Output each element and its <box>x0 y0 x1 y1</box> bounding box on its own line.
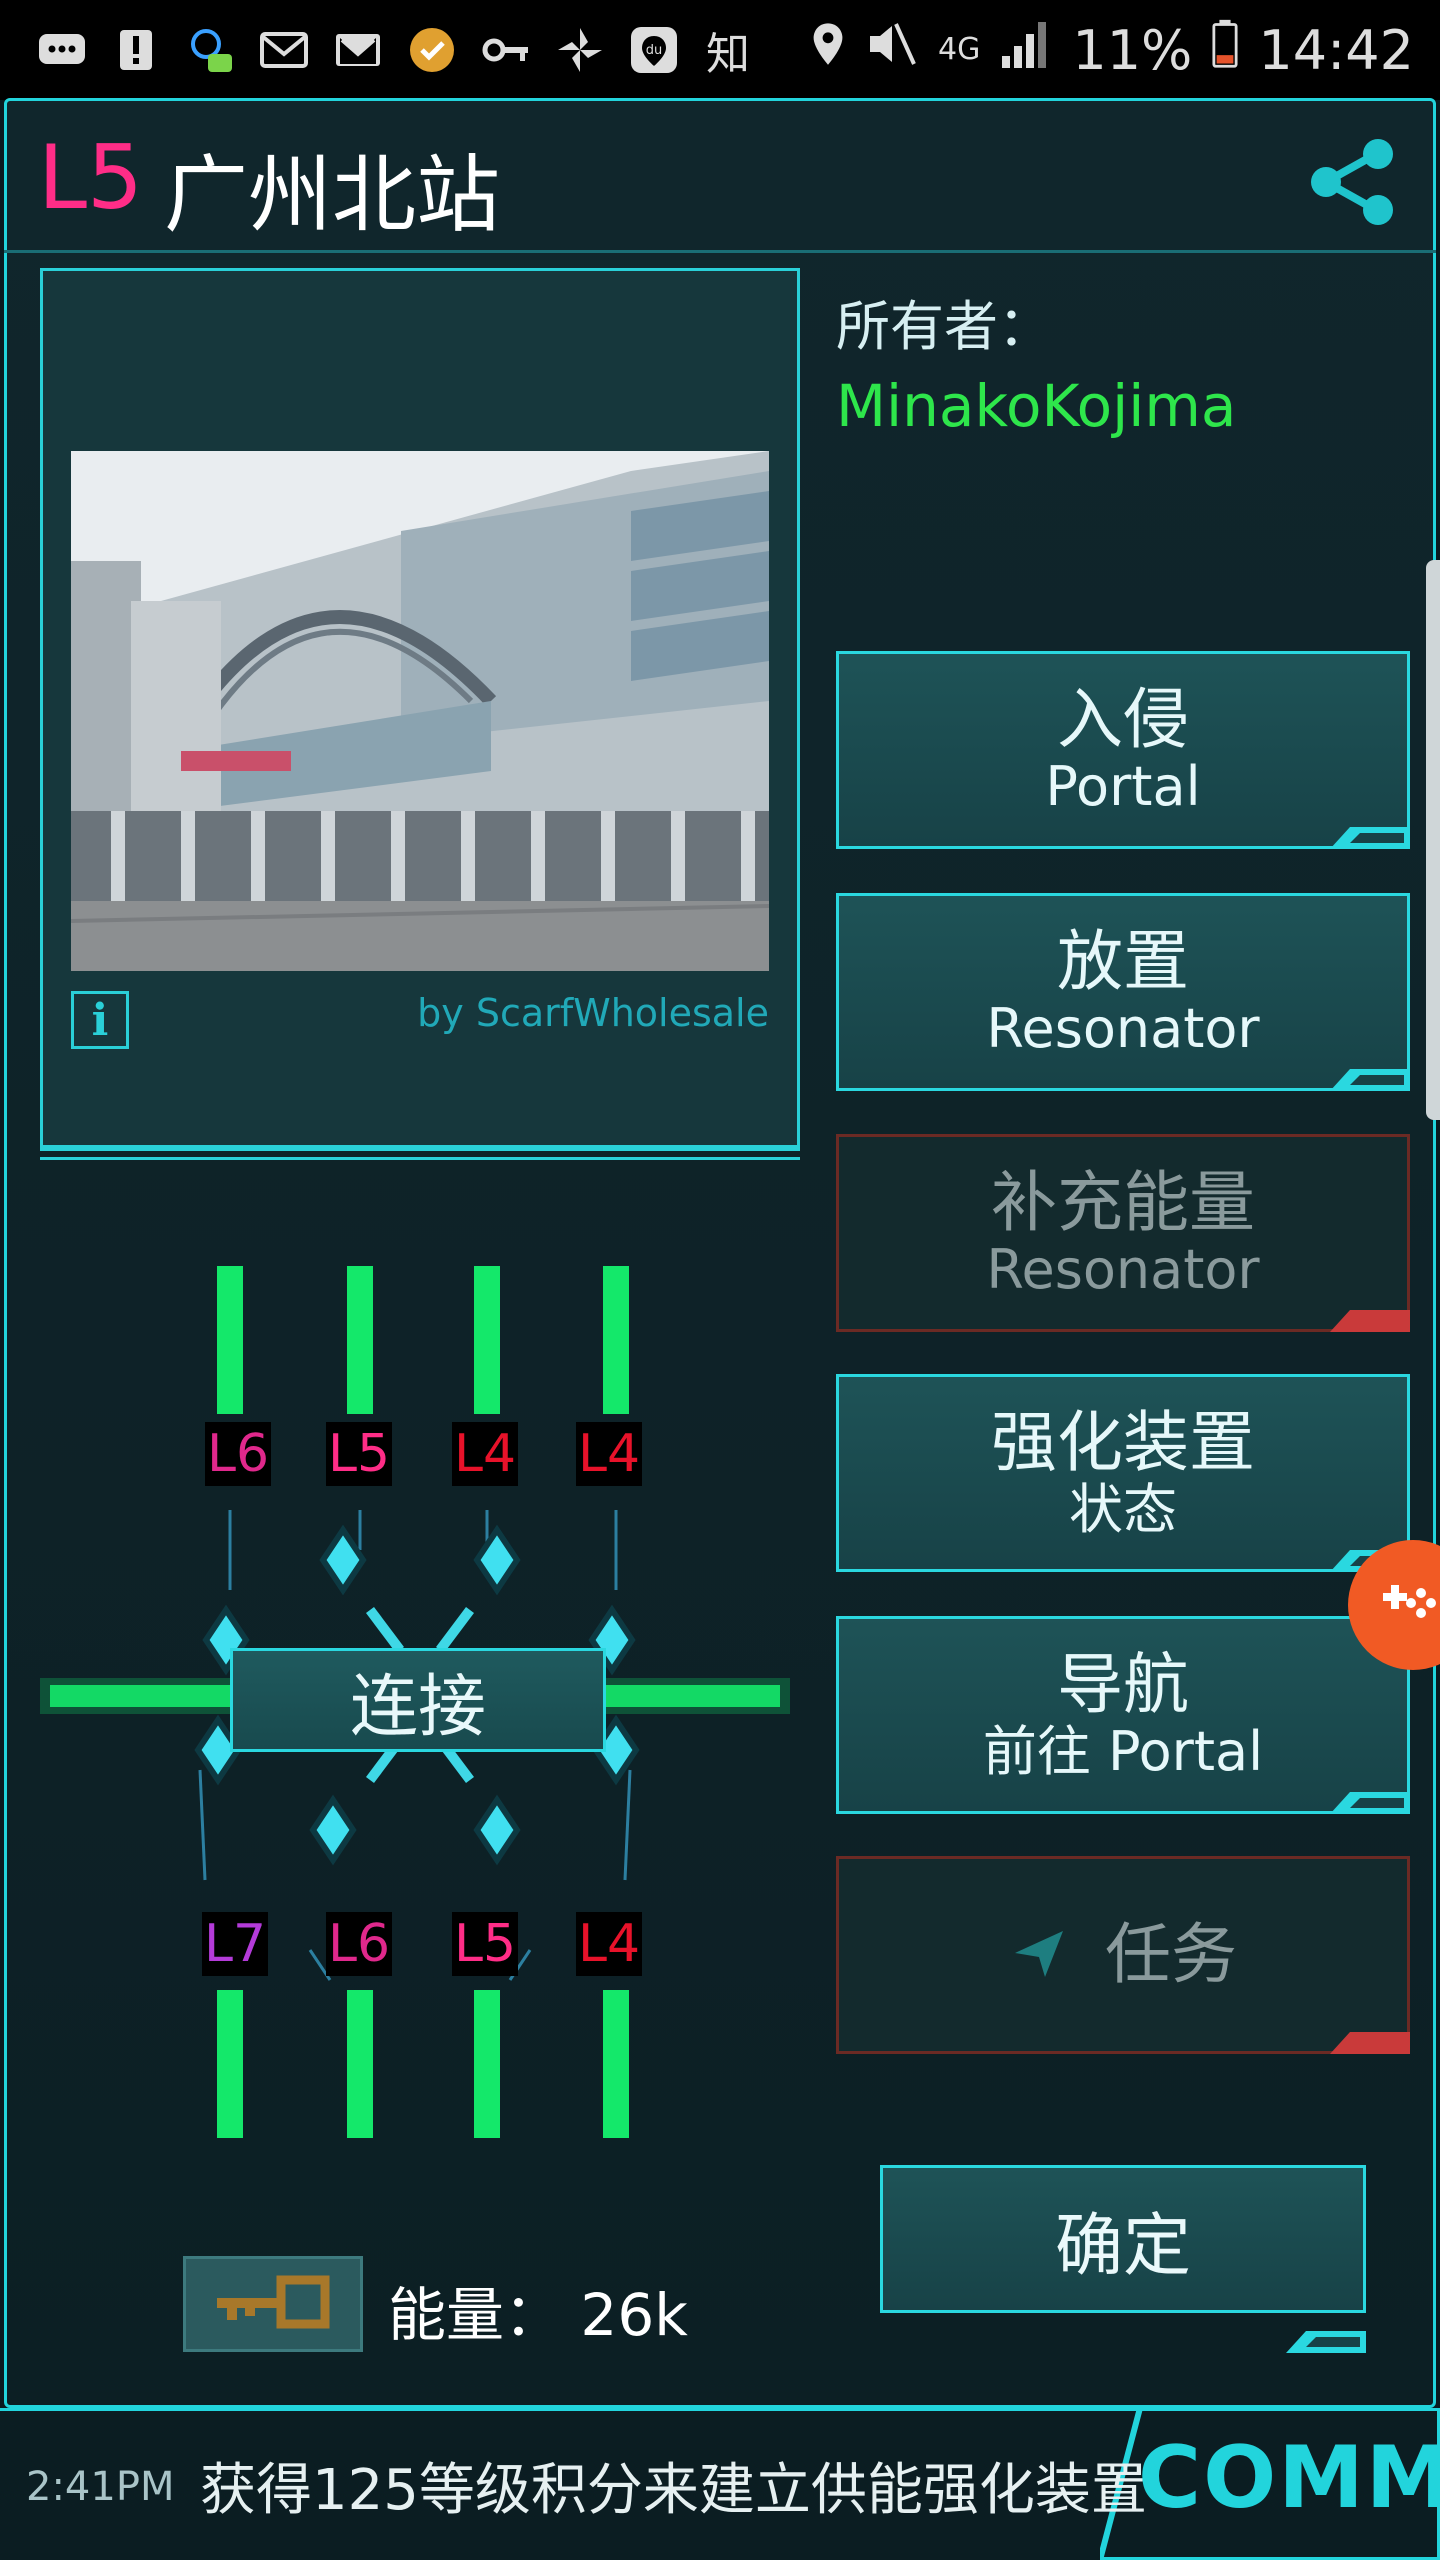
resonator-level-label: L7 <box>202 1912 268 1976</box>
recharge-resonator-button[interactable]: 补充能量 Resonator <box>836 1134 1410 1332</box>
key-icon <box>480 24 532 76</box>
portal-photo-frame: i by ScarfWholesale <box>40 268 800 1148</box>
portal-name: 广州北站 <box>164 146 501 244</box>
portal-key-icon <box>213 2272 333 2336</box>
mute-icon <box>866 18 918 83</box>
link-button[interactable]: 连接 <box>230 1648 606 1752</box>
resonator-energy-bar <box>347 1990 373 2138</box>
button-label: 入侵 <box>1057 681 1189 758</box>
level-text: L4 <box>577 1424 641 1484</box>
button-sublabel: 状态 <box>1069 1477 1177 1541</box>
energy-readout: 能量： 26k <box>388 2281 688 2349</box>
chat-bubble-icon <box>36 24 88 76</box>
comm-timestamp: 2:41PM <box>26 2464 175 2510</box>
zhihu-icon: 知 <box>706 29 750 80</box>
battery-percent: 11% <box>1072 18 1193 82</box>
battery-icon <box>1212 19 1238 82</box>
resonator-slot <box>309 1794 357 1866</box>
x-connector <box>366 1607 404 1653</box>
resonator-energy-bar <box>603 1990 629 2138</box>
resonator-level-label: L5 <box>452 1912 518 1976</box>
button-label: 放置 <box>1057 923 1189 1000</box>
resonator-energy-bar <box>347 1266 373 1414</box>
du-icon: du <box>628 24 680 76</box>
portal-level: L5 <box>38 126 144 229</box>
corner-accent <box>1330 1792 1410 1814</box>
resonator-level-label: L4 <box>452 1422 518 1486</box>
level-text: L7 <box>203 1914 267 1974</box>
confirm-button[interactable]: 确定 <box>880 2165 1366 2353</box>
resonator-level-label: L4 <box>576 1422 642 1486</box>
resonator-energy-bar <box>217 1266 243 1414</box>
button-sublabel: Resonator <box>986 996 1260 1060</box>
resonator-energy-bar <box>603 1266 629 1414</box>
comm-message: 获得125等级积分来建立供能强化装置 <box>200 2458 1147 2523</box>
level-text: L5 <box>327 1424 391 1484</box>
svg-text:du: du <box>646 43 663 58</box>
resonator-slot <box>319 1524 367 1596</box>
resonator-energy-bar <box>474 1266 500 1414</box>
gmail-icon <box>332 24 384 76</box>
deploy-resonator-button[interactable]: 放置 Resonator <box>836 893 1410 1091</box>
resonator-level-label: L4 <box>576 1912 642 1976</box>
mail-icon <box>258 24 310 76</box>
badge-icon <box>406 24 458 76</box>
info-icon[interactable]: i <box>71 991 129 1049</box>
resonator-energy-bar <box>217 1990 243 2138</box>
level-text: L6 <box>206 1424 270 1484</box>
portal-photo[interactable] <box>71 451 769 971</box>
button-sublabel: Portal <box>1045 754 1201 818</box>
resonator-level-label: L5 <box>326 1422 392 1486</box>
owner-label: 所有者： <box>836 295 1052 358</box>
navigation-arrow-icon <box>1009 1923 1069 1987</box>
resonator-level-label: L6 <box>205 1422 271 1486</box>
button-label: 确定 <box>1054 2206 1191 2286</box>
signal-icon <box>1000 18 1052 83</box>
level-text: L5 <box>453 1914 517 1974</box>
corner-accent <box>1330 1310 1410 1332</box>
photo-credit[interactable]: by ScarfWholesale <box>417 991 769 1035</box>
title-row: L5 广州北站 <box>4 98 1436 253</box>
assistant-icon <box>184 24 236 76</box>
network-type: 4G <box>938 32 981 67</box>
comm-tab[interactable]: COMM <box>1138 2428 1440 2528</box>
resonator-slot <box>473 1524 521 1596</box>
owner-name[interactable]: MinakoKojima <box>836 372 1236 440</box>
gamepad-icon <box>1373 1563 1440 1647</box>
level-text: L6 <box>327 1914 391 1974</box>
corner-accent <box>1330 1069 1410 1091</box>
hack-portal-button[interactable]: 入侵 Portal <box>836 651 1410 849</box>
x-connector <box>436 1607 474 1653</box>
button-label: 强化装置 <box>991 1404 1255 1481</box>
level-text: L4 <box>577 1914 641 1974</box>
edge-handle[interactable] <box>1426 560 1440 1120</box>
corner-accent <box>1286 2291 1366 2353</box>
photo-frame-underline <box>40 1148 800 1160</box>
corner-accent <box>1330 827 1410 849</box>
resonator-energy-bar <box>474 1990 500 2138</box>
button-sublabel: 前往 Portal <box>982 1719 1264 1783</box>
portal-key-button[interactable] <box>183 2256 363 2352</box>
status-bar: du 知 4G 11% 14:42 <box>0 0 1440 100</box>
button-label: 任务 <box>1105 1915 1237 1993</box>
corner-accent <box>1330 2032 1410 2054</box>
location-icon <box>810 19 846 82</box>
fan-icon <box>554 24 606 76</box>
button-sublabel: Resonator <box>986 1237 1260 1301</box>
share-icon[interactable] <box>1304 134 1400 230</box>
button-label: 导航 <box>1057 1646 1189 1723</box>
navigate-button[interactable]: 导航 前往 Portal <box>836 1616 1410 1814</box>
mod-status-button[interactable]: 强化装置 状态 <box>836 1374 1410 1572</box>
connector-line <box>198 1769 207 1881</box>
connector-line <box>623 1769 632 1881</box>
level-text: L4 <box>453 1424 517 1484</box>
button-label: 补充能量 <box>991 1164 1255 1241</box>
resonator-level-label: L6 <box>326 1912 392 1976</box>
alert-icon <box>110 24 162 76</box>
clock: 14:42 <box>1258 18 1414 82</box>
resonator-slot <box>473 1794 521 1866</box>
mission-button[interactable]: 任务 <box>836 1856 1410 2054</box>
